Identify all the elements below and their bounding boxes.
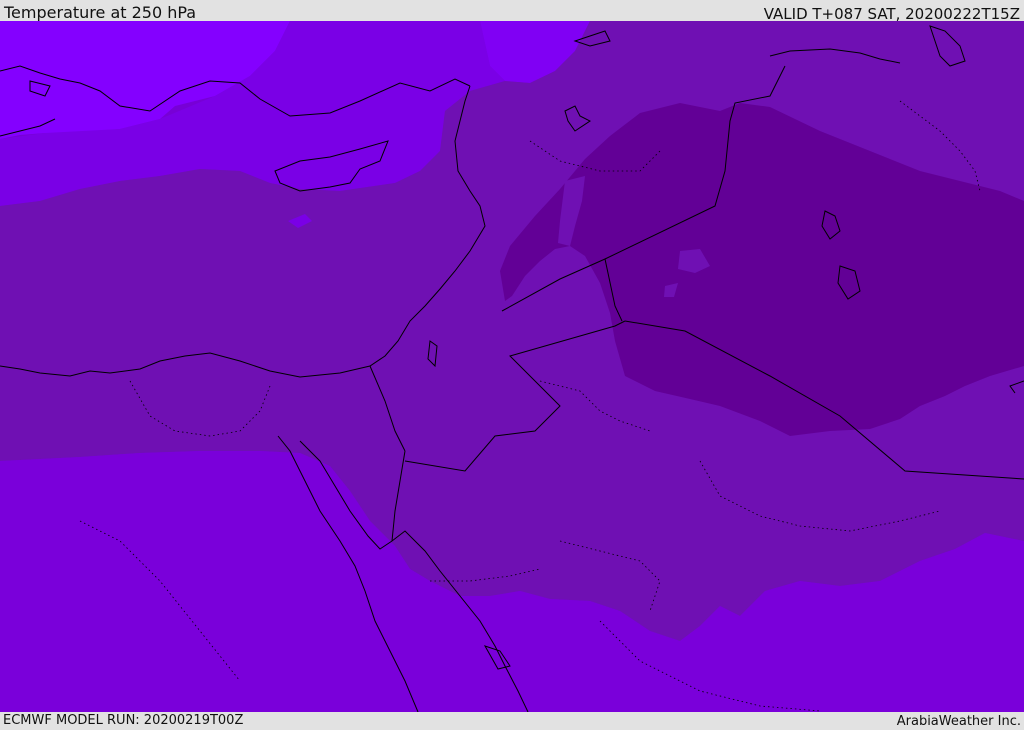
map-canvas[interactable] <box>0 21 1024 712</box>
temperature-map[interactable] <box>0 21 1024 712</box>
footer-bar: ECMWF MODEL RUN: 20200219T00Z ArabiaWeat… <box>0 712 1024 729</box>
map-title: Temperature at 250 hPa <box>4 3 197 22</box>
credit-text: ArabiaWeather Inc. <box>896 714 1021 729</box>
model-run: ECMWF MODEL RUN: 20200219T00Z <box>3 713 244 728</box>
header-bar: Temperature at 250 hPa VALID T+087 SAT, … <box>0 0 1024 23</box>
